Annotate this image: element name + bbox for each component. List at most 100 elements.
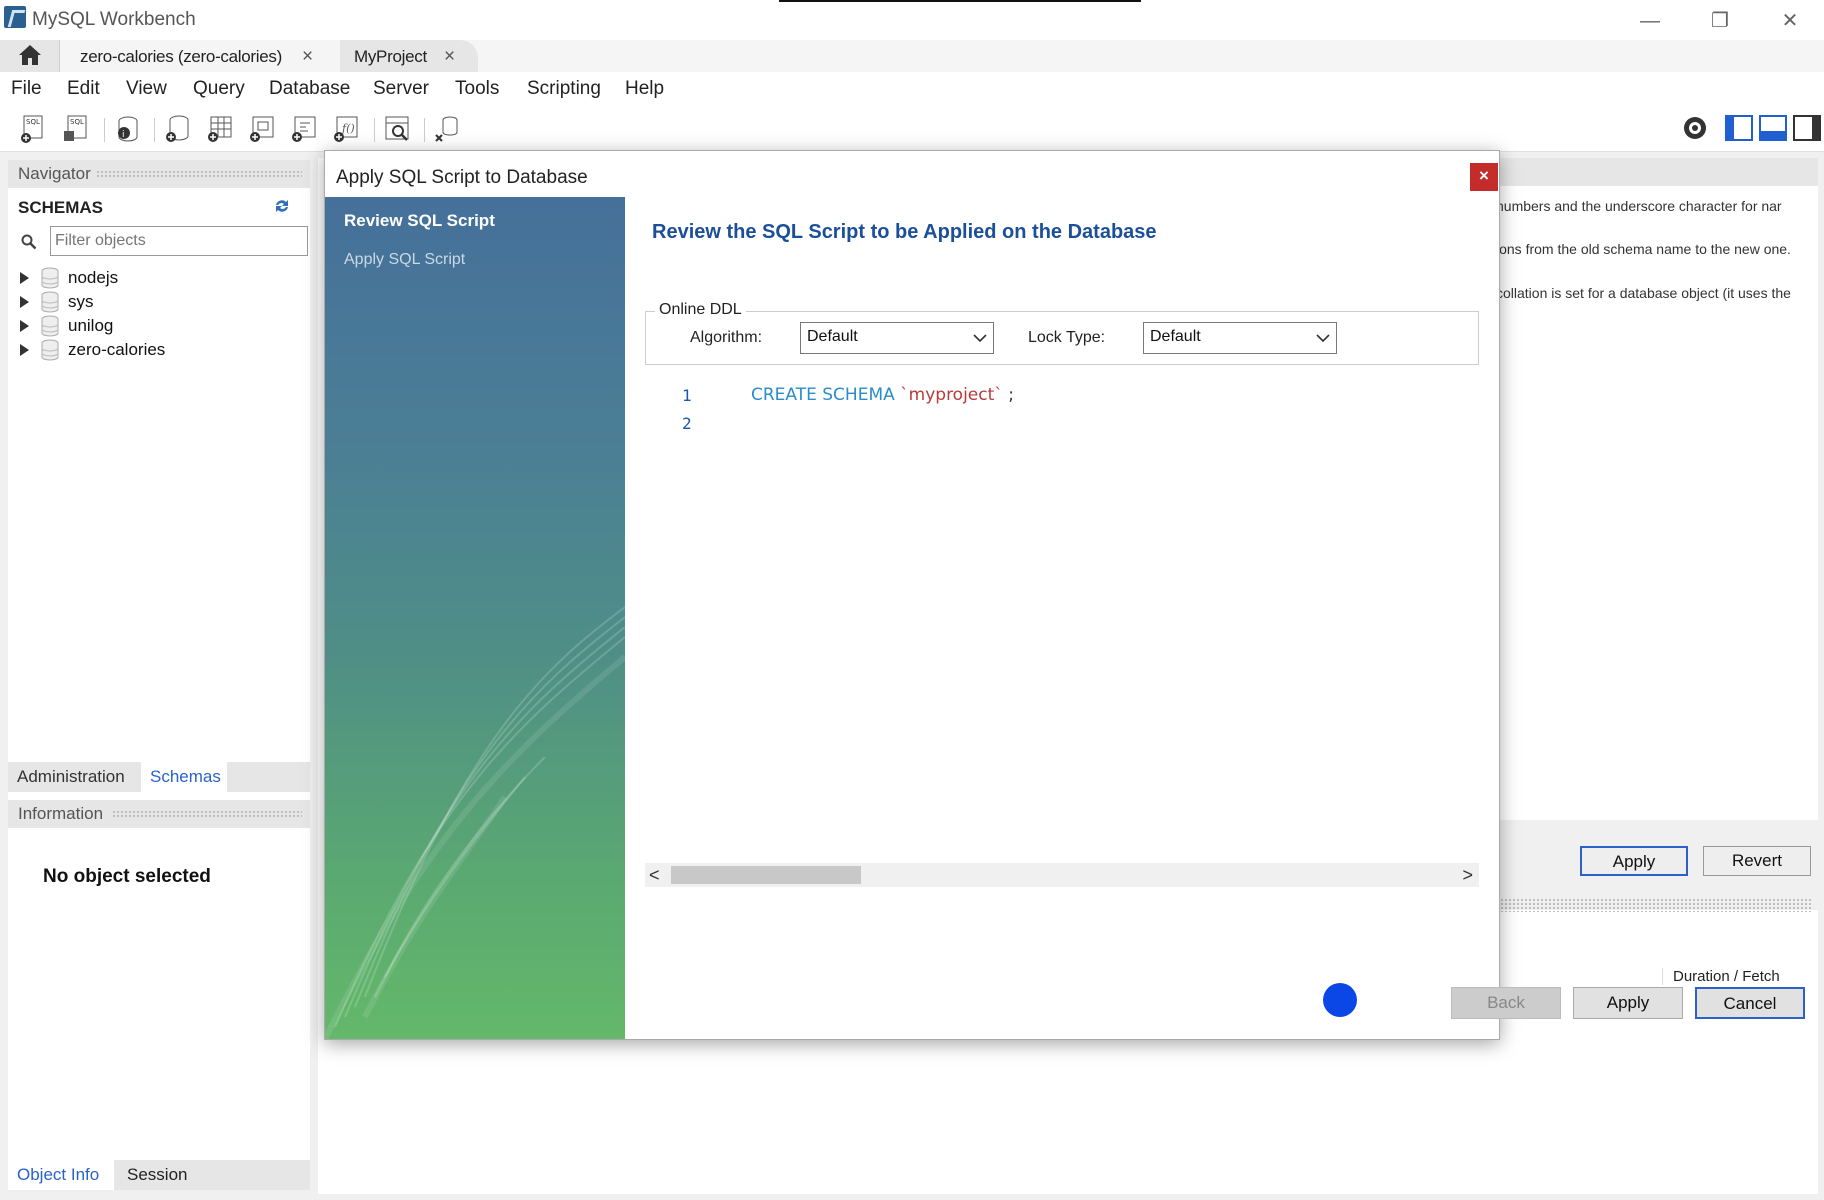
schema-label: nodejs	[68, 268, 119, 287]
schema-item-unilog[interactable]: unilog	[20, 314, 300, 338]
tab-myproject[interactable]: MyProject ×	[340, 40, 478, 72]
create-table-icon[interactable]	[204, 113, 236, 145]
home-icon	[19, 45, 41, 65]
dialog-heading: Review the SQL Script to be Applied on t…	[652, 221, 1157, 243]
help-text-line: collation is set for a database object (…	[1496, 285, 1791, 301]
wizard-steps-sidebar: Review SQL Script Apply SQL Script	[325, 197, 625, 1039]
apply-button[interactable]: Apply	[1573, 987, 1683, 1019]
new-sql-tab-icon[interactable]: SQL	[18, 113, 50, 145]
sql-code-line: CREATE SCHEMA `myproject` ;	[751, 385, 1014, 405]
close-window-button[interactable]: ✕	[1770, 8, 1810, 34]
expand-arrow-icon[interactable]	[20, 272, 29, 284]
algorithm-label: Algorithm:	[690, 329, 763, 346]
svg-text:SQL: SQL	[70, 118, 84, 126]
sql-terminator: ;	[1008, 385, 1014, 405]
menu-scripting[interactable]: Scripting	[527, 78, 601, 100]
home-tab[interactable]	[0, 40, 60, 72]
settings-gear-icon[interactable]	[1680, 113, 1710, 143]
svg-text:i: i	[122, 130, 125, 140]
create-schema-icon[interactable]	[162, 113, 194, 145]
filter-objects-input[interactable]	[50, 226, 308, 256]
toolbar-separator	[374, 118, 375, 142]
toolbar-separator	[104, 118, 105, 142]
dialog-close-button[interactable]: ×	[1470, 163, 1498, 191]
scrollbar-thumb[interactable]	[671, 866, 861, 884]
navigator-tabs: Administration Schemas	[8, 762, 310, 792]
horizontal-scrollbar[interactable]: < >	[645, 863, 1479, 887]
lock-type-label: Lock Type:	[1028, 329, 1106, 346]
reconnect-icon[interactable]	[432, 113, 464, 145]
menu-database[interactable]: Database	[269, 78, 350, 100]
create-procedure-icon[interactable]	[288, 113, 320, 145]
chevron-down-icon	[973, 334, 987, 343]
navigator-title: Navigator	[18, 164, 91, 183]
tab-session[interactable]: Session	[118, 1160, 196, 1190]
duration-fetch-column-header[interactable]: Duration / Fetch	[1662, 968, 1812, 985]
connection-tab-bar: zero-calories (zero-calories) × MyProjec…	[0, 40, 1824, 72]
no-object-selected-text: No object selected	[43, 866, 211, 887]
schemas-title: SCHEMAS	[18, 198, 104, 217]
information-title: Information	[18, 804, 104, 823]
step-review-sql-script: Review SQL Script	[344, 211, 495, 230]
cancel-button[interactable]: Cancel	[1695, 987, 1805, 1019]
restore-button[interactable]: ❐	[1700, 8, 1740, 34]
line-number: 1	[682, 386, 692, 405]
schema-item-nodejs[interactable]: nodejs	[20, 266, 300, 290]
chevron-down-icon	[1316, 334, 1330, 343]
editor-revert-button[interactable]: Revert	[1703, 846, 1811, 876]
create-function-icon[interactable]: f()	[330, 113, 362, 145]
toggle-output-panel-icon[interactable]	[1758, 113, 1788, 143]
app-title: MySQL Workbench	[32, 9, 196, 30]
menu-query[interactable]: Query	[193, 78, 245, 100]
apply-sql-script-dialog: Apply SQL Script to Database × Review SQ…	[324, 150, 1805, 1040]
menu-bar: File Edit View Query Database Server Too…	[0, 72, 1824, 106]
toggle-sidebar-icon[interactable]	[1724, 113, 1754, 143]
database-icon	[41, 339, 59, 361]
schema-item-sys[interactable]: sys	[20, 290, 300, 314]
schema-item-zero-calories[interactable]: zero-calories	[20, 338, 300, 362]
scroll-left-arrow-icon[interactable]: <	[649, 865, 660, 886]
tab-object-info[interactable]: Object Info	[8, 1160, 114, 1190]
expand-arrow-icon[interactable]	[20, 296, 29, 308]
navigator-panel: Navigator SCHEMAS nodejs sys unilog zero…	[8, 160, 310, 1190]
algorithm-select[interactable]: Default	[800, 322, 994, 354]
expand-arrow-icon[interactable]	[20, 320, 29, 332]
sql-identifier: `myproject`	[900, 385, 1003, 405]
close-tab-icon[interactable]: ×	[444, 46, 455, 68]
back-button[interactable]: Back	[1451, 987, 1561, 1019]
help-text-line: ions from the old schema name to the new…	[1496, 241, 1791, 257]
expand-arrow-icon[interactable]	[20, 344, 29, 356]
scroll-right-arrow-icon[interactable]: >	[1462, 865, 1473, 886]
schema-label: unilog	[68, 316, 114, 335]
menu-file[interactable]: File	[11, 78, 42, 100]
menu-view[interactable]: View	[126, 78, 167, 100]
navigator-header: Navigator	[8, 160, 310, 188]
editor-apply-button[interactable]: Apply	[1580, 846, 1688, 876]
lock-type-select[interactable]: Default	[1143, 322, 1337, 354]
toggle-secondary-sidebar-icon[interactable]	[1792, 113, 1822, 143]
open-sql-script-icon[interactable]: SQL	[60, 113, 92, 145]
menu-tools[interactable]: Tools	[455, 78, 499, 100]
tab-zero-calories[interactable]: zero-calories (zero-calories) ×	[66, 40, 336, 72]
inspector-icon[interactable]: i	[112, 113, 144, 145]
database-icon	[41, 267, 59, 289]
algorithm-value: Default	[807, 328, 858, 345]
sql-script-editor[interactable]: 1 2 CREATE SCHEMA `myproject` ;	[645, 373, 1479, 853]
search-table-data-icon[interactable]	[382, 113, 414, 145]
tab-schemas[interactable]: Schemas	[141, 762, 227, 792]
create-view-icon[interactable]	[246, 113, 278, 145]
line-number: 2	[682, 414, 692, 433]
splitter-handle[interactable]	[1500, 898, 1812, 912]
menu-edit[interactable]: Edit	[67, 78, 100, 100]
pointer-cursor-indicator	[1323, 983, 1357, 1017]
dialog-title: Apply SQL Script to Database	[336, 167, 588, 188]
title-accent-bar	[779, 0, 1141, 2]
close-tab-icon[interactable]: ×	[302, 46, 313, 68]
menu-server[interactable]: Server	[373, 78, 429, 100]
tab-administration[interactable]: Administration	[8, 762, 134, 792]
database-icon	[41, 315, 59, 337]
menu-help[interactable]: Help	[625, 78, 664, 100]
refresh-icon[interactable]	[272, 196, 292, 216]
schema-filter	[18, 226, 308, 258]
minimize-button[interactable]: —	[1630, 8, 1670, 34]
